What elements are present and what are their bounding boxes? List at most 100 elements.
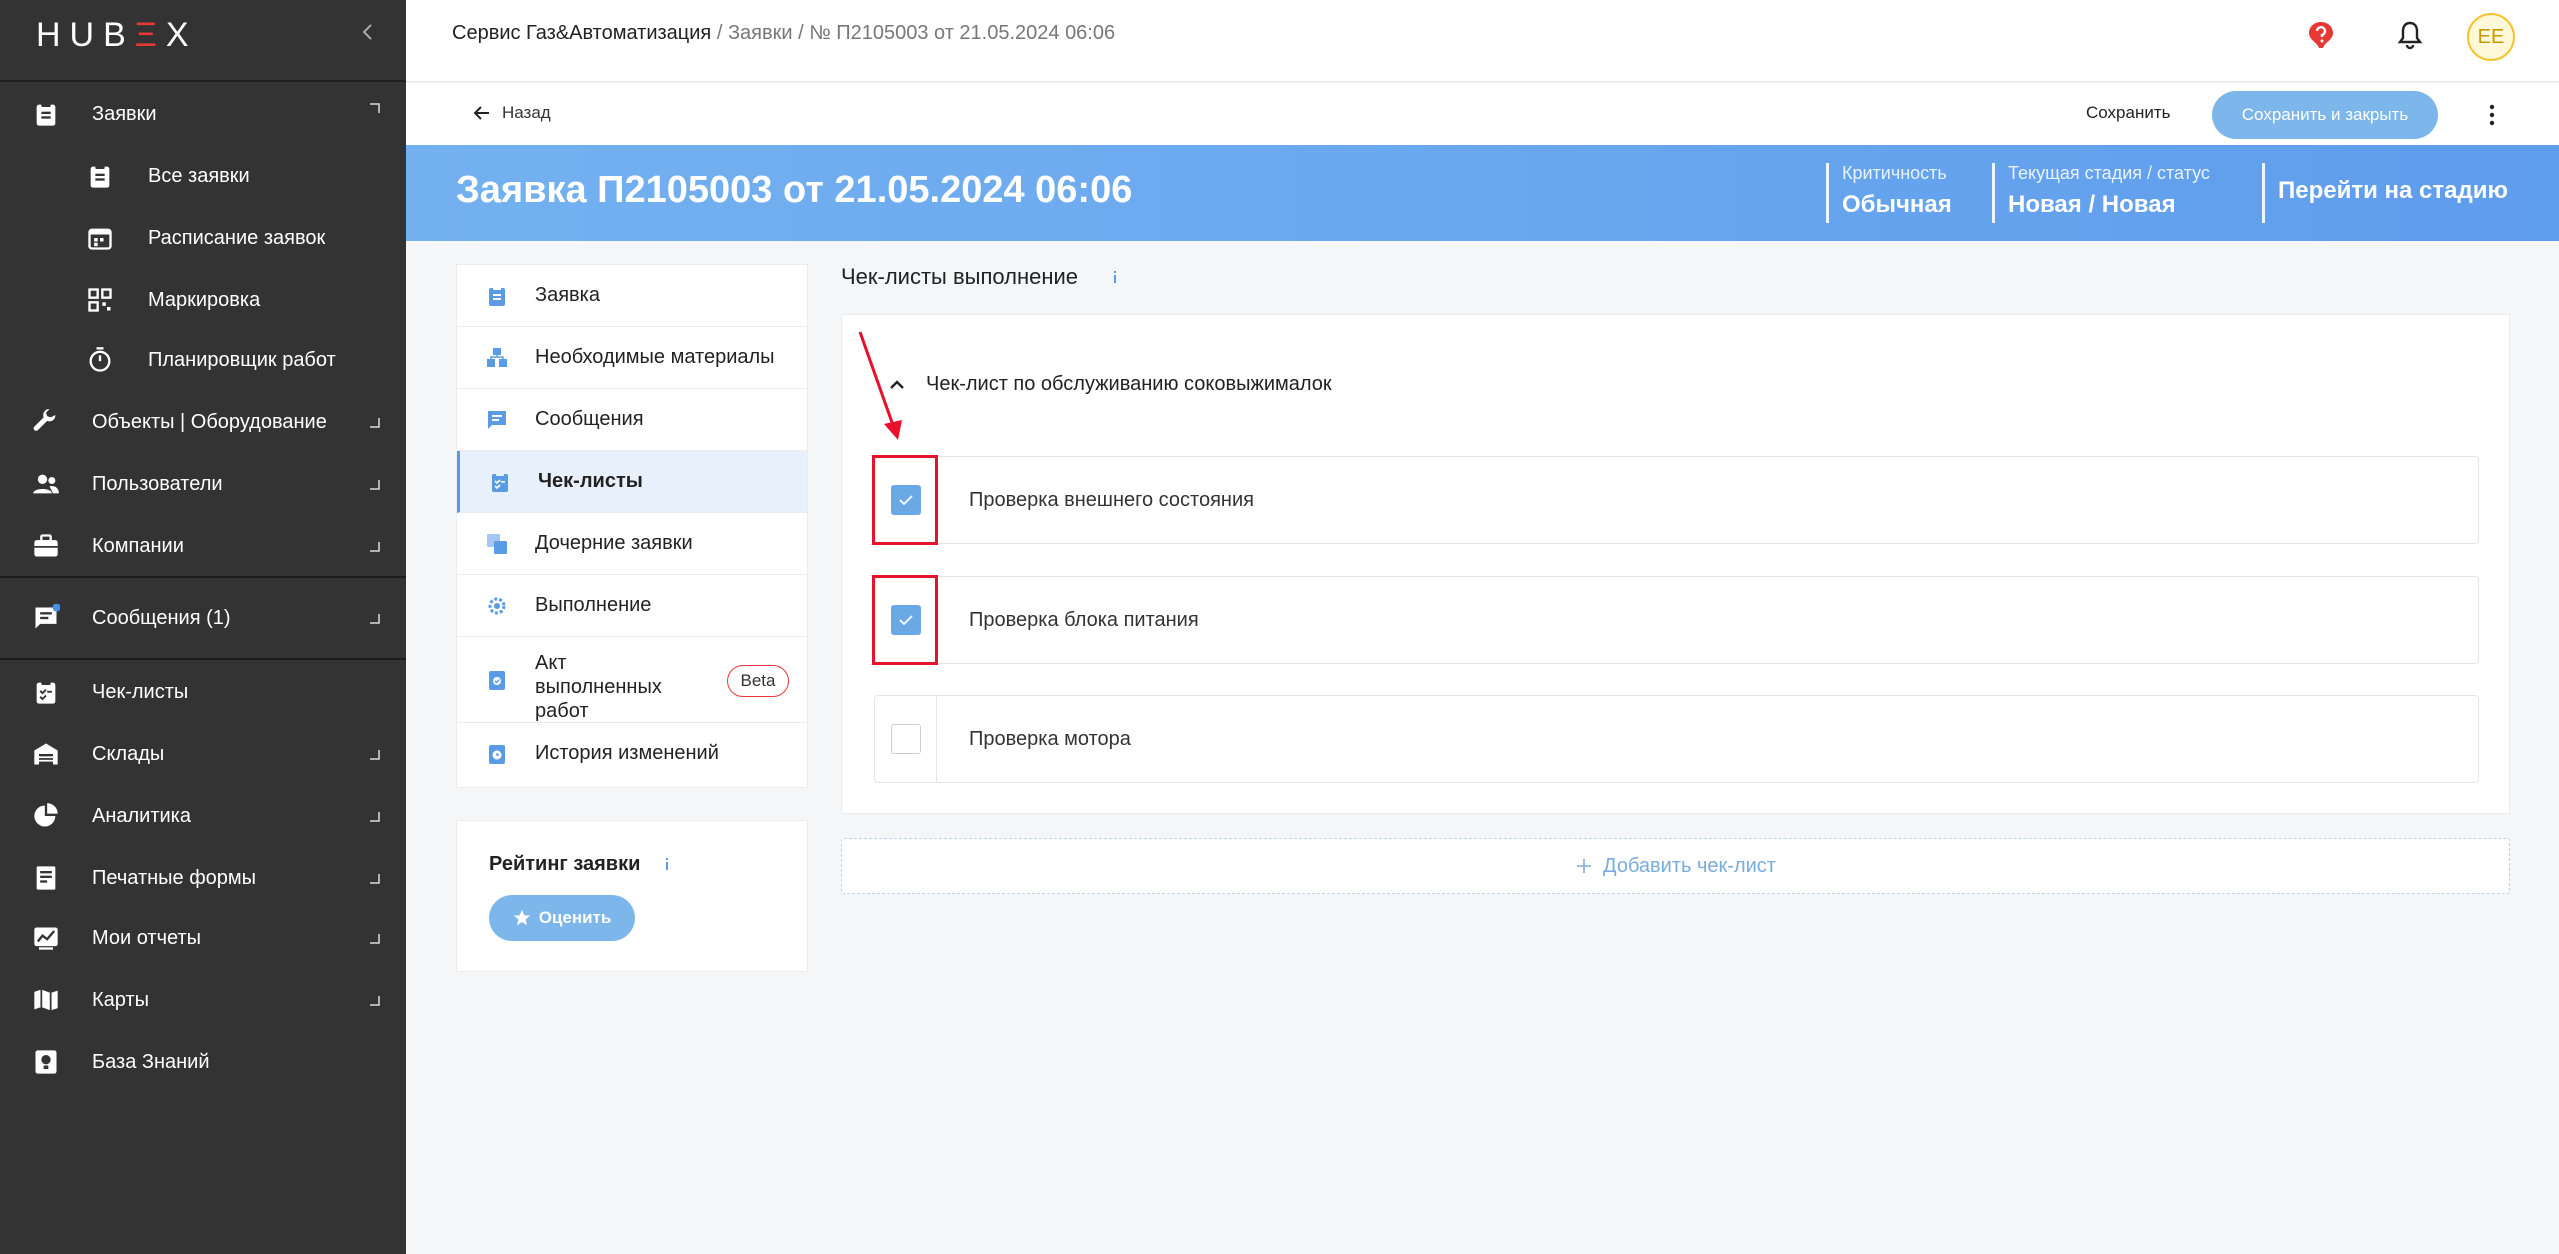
wrench-icon: [32, 408, 60, 436]
info-icon[interactable]: [1104, 266, 1126, 288]
chevron-down-icon: [368, 810, 382, 824]
star-icon: [513, 909, 530, 926]
rating-title: Рейтинг заявки: [489, 853, 641, 875]
sidebar-item-schedule[interactable]: Расписание заявок: [0, 220, 406, 256]
sidebar-item-work-planner[interactable]: Планировщик работ: [0, 342, 406, 378]
sidebar-item-knowledge-base[interactable]: База Знаний: [0, 1044, 406, 1080]
history-icon: [485, 742, 509, 766]
sidebar-item-label: Чек-листы: [92, 680, 189, 703]
bell-icon[interactable]: [2396, 20, 2424, 50]
logo[interactable]: HUBΞX: [36, 16, 198, 55]
chat-icon: [32, 604, 60, 632]
save-and-close-button[interactable]: Сохранить и закрыть: [2212, 91, 2438, 139]
breadcrumb-section[interactable]: Заявки: [728, 22, 793, 44]
warehouse-icon: [32, 740, 60, 768]
sidebar-item-label: Карты: [92, 988, 149, 1011]
go-to-stage-button[interactable]: Перейти на стадию: [2278, 177, 2508, 205]
highlight-box: [872, 575, 938, 665]
request-sections-menu: Заявка Необходимые материалы Сообщения Ч…: [456, 264, 808, 788]
divider: [2262, 163, 2265, 223]
checklist-header[interactable]: Чек-лист по обслуживанию соковыжималок: [886, 373, 1332, 396]
sidebar-item-companies[interactable]: Компании: [0, 528, 406, 564]
sidebar: HUBΞX Заявки Все заявки Расписание заяво…: [0, 0, 406, 1254]
sidebar-item-checklists[interactable]: Чек-листы: [0, 674, 406, 710]
sidebar-item-maps[interactable]: Карты: [0, 982, 406, 1018]
chevron-down-icon: [368, 612, 382, 626]
rate-button[interactable]: Оценить: [489, 895, 635, 941]
criticality-value: Обычная: [1842, 191, 1952, 218]
checklist-icon: [488, 470, 512, 494]
criticality-label: Критичность: [1842, 163, 1947, 183]
sidebar-item-objects[interactable]: Объекты | Оборудование: [0, 404, 406, 440]
tab-execution[interactable]: Выполнение: [457, 575, 807, 637]
sidebar-item-messages[interactable]: Сообщения (1): [0, 600, 406, 636]
tab-label: История изменений: [535, 742, 719, 764]
request-header: Заявка П2105003 от 21.05.2024 06:06 Крит…: [406, 145, 2559, 241]
chevron-down-icon: [368, 994, 382, 1008]
chevron-up-icon: [368, 102, 382, 116]
rating-card: Рейтинг заявки Оценить: [456, 820, 808, 972]
breadcrumb-current: № П2105003 от 21.05.2024 06:06: [809, 22, 1116, 44]
stage-label: Текущая стадия / статус: [2008, 163, 2210, 183]
printed-form-icon: [32, 864, 60, 892]
briefcase-icon: [32, 532, 60, 560]
sidebar-item-all-requests[interactable]: Все заявки: [0, 158, 406, 194]
tab-label: Сообщения: [535, 408, 644, 430]
checkbox-cell: [875, 696, 937, 782]
tab-label: Дочерние заявки: [535, 532, 693, 554]
checklist-item-label: Проверка внешнего состояния: [969, 489, 1254, 511]
tab-checklists[interactable]: Чек-листы: [457, 451, 807, 513]
child-requests-icon: [485, 532, 509, 556]
sidebar-item-requests[interactable]: Заявки: [0, 96, 406, 132]
logo-accent: Ξ: [134, 16, 166, 54]
tab-child-requests[interactable]: Дочерние заявки: [457, 513, 807, 575]
divider: [1826, 163, 1829, 223]
sidebar-item-label: Пользователи: [92, 472, 223, 495]
sidebar-item-label: Все заявки: [148, 164, 250, 187]
sidebar-item-warehouses[interactable]: Склады: [0, 736, 406, 772]
back-button[interactable]: Назад: [472, 103, 551, 123]
timer-icon: [86, 346, 114, 374]
sidebar-item-label: Склады: [92, 742, 165, 765]
chat-icon: [485, 408, 509, 432]
collapse-sidebar-icon[interactable]: [356, 20, 380, 44]
beta-badge: Beta: [727, 665, 789, 697]
tab-work-act[interactable]: Акт выполненных работ Beta: [457, 637, 807, 723]
help-icon[interactable]: [2306, 20, 2336, 50]
act-icon: [485, 668, 509, 692]
info-icon[interactable]: [657, 854, 677, 874]
sidebar-item-printed-forms[interactable]: Печатные формы: [0, 860, 406, 896]
highlight-box: [872, 455, 938, 545]
sidebar-item-label: Печатные формы: [92, 866, 257, 889]
tab-label: Заявка: [535, 284, 600, 306]
tab-history[interactable]: История изменений: [457, 723, 807, 785]
sidebar-item-label: База Знаний: [92, 1050, 210, 1073]
save-button[interactable]: Сохранить: [2086, 103, 2170, 123]
knowledge-base-icon: [32, 1048, 60, 1076]
checkbox[interactable]: [891, 724, 921, 754]
sidebar-item-users[interactable]: Пользователи: [0, 466, 406, 502]
more-vertical-icon[interactable]: [2480, 101, 2504, 129]
tab-messages[interactable]: Сообщения: [457, 389, 807, 451]
tab-request[interactable]: Заявка: [457, 265, 807, 327]
clipboard-icon: [485, 284, 509, 308]
sidebar-item-label: Аналитика: [92, 804, 191, 827]
sidebar-item-label: Компании: [92, 534, 184, 557]
sidebar-item-label: Мои отчеты: [92, 926, 201, 949]
boxes-icon: [485, 346, 509, 370]
tab-materials[interactable]: Необходимые материалы: [457, 327, 807, 389]
sidebar-item-marking[interactable]: Маркировка: [0, 282, 406, 318]
breadcrumb-company[interactable]: Сервис Газ&Автоматизация: [452, 22, 711, 44]
chevron-down-icon: [368, 748, 382, 762]
checklist-item-label: Проверка мотора: [969, 728, 1131, 750]
checklist-icon: [32, 678, 60, 706]
avatar[interactable]: EE: [2467, 13, 2515, 61]
sidebar-item-analytics[interactable]: Аналитика: [0, 798, 406, 834]
sidebar-item-my-reports[interactable]: Мои отчеты: [0, 920, 406, 956]
chevron-down-icon: [368, 932, 382, 946]
breadcrumb-separator: /: [711, 22, 728, 44]
reports-icon: [32, 924, 60, 952]
logo-left: HUB: [36, 16, 135, 54]
sidebar-item-label: Заявки: [92, 102, 157, 125]
add-checklist-button[interactable]: Добавить чек-лист: [841, 838, 2510, 894]
